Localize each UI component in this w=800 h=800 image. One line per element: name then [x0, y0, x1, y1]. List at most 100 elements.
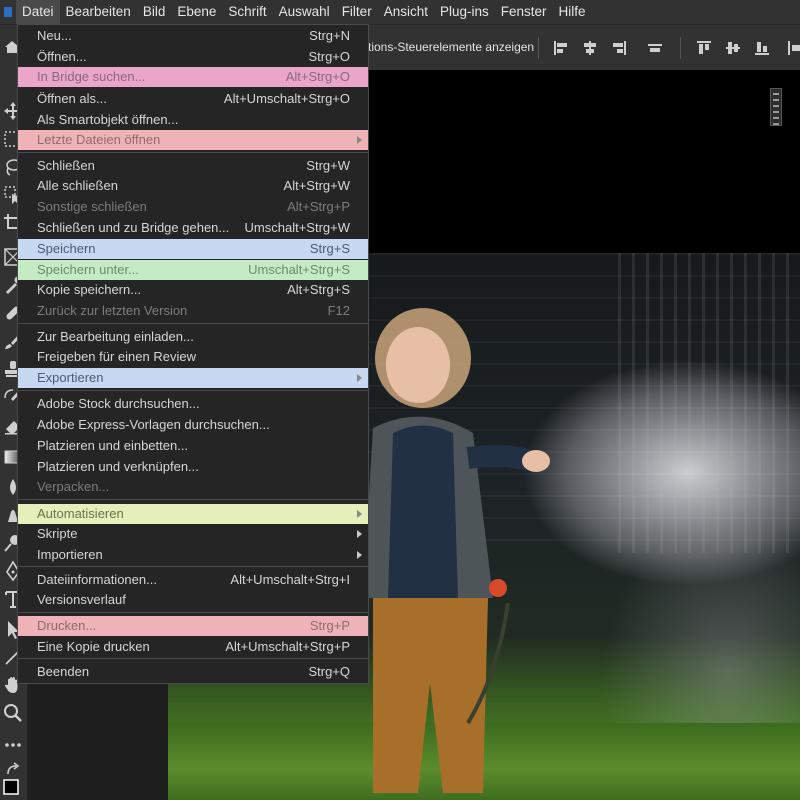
menu-item-label: Adobe Express-Vorlagen durchsuchen... — [37, 417, 270, 432]
panel-grip-icon[interactable] — [770, 88, 782, 126]
menu-item-sonstige-schliessen[interactable]: Sonstige schließen Alt+Strg+P — [18, 197, 368, 217]
menu-item-beenden[interactable]: Beenden Strg+Q — [18, 662, 368, 682]
menu-auswahl[interactable]: Auswahl — [273, 0, 336, 24]
menu-item-platzieren-und-einbetten[interactable]: Platzieren und einbetten... — [18, 436, 368, 456]
menu-item-label: Schließen — [37, 158, 95, 173]
menu-hilfe[interactable]: Hilfe — [553, 0, 592, 24]
menu-item-shortcut: Strg+Q — [308, 664, 350, 679]
app-logo-icon — [0, 0, 16, 24]
menu-item-exportieren[interactable]: Exportieren — [18, 368, 368, 388]
menu-item-label: Letzte Dateien öffnen — [37, 132, 161, 147]
menu-item-label: Adobe Stock durchsuchen... — [37, 396, 200, 411]
zoom-tool-icon[interactable] — [2, 702, 24, 724]
menu-bearbeiten[interactable]: Bearbeiten — [60, 0, 137, 24]
menu-item-label: Speichern unter... — [37, 262, 139, 277]
menu-bild[interactable]: Bild — [137, 0, 172, 24]
menu-item-schliessen-und-zu-bridge[interactable]: Schließen und zu Bridge gehen... Umschalt… — [18, 218, 368, 238]
menu-item-label: Sonstige schließen — [37, 199, 147, 214]
menu-item-neu[interactable]: Neu... Strg+N — [18, 26, 368, 46]
menu-item-drucken[interactable]: Drucken... Strg+P — [18, 616, 368, 636]
menu-item-kopie-speichern[interactable]: Kopie speichern... Alt+Strg+S — [18, 280, 368, 300]
menu-item-shortcut: Strg+P — [309, 618, 350, 633]
menu-divider — [18, 323, 368, 324]
menu-ebene[interactable]: Ebene — [171, 0, 222, 24]
menu-item-automatisieren[interactable]: Automatisieren — [18, 504, 368, 524]
menu-item-shortcut: Alt+Strg+W — [283, 178, 350, 193]
menu-filter[interactable]: Filter — [336, 0, 378, 24]
menu-item-label: Schließen und zu Bridge gehen... — [37, 220, 230, 235]
menu-item-label: Importieren — [37, 547, 103, 562]
menu-divider — [18, 499, 368, 500]
menu-item-label: Drucken... — [37, 618, 97, 633]
menu-item-zur-bearbeitung-einladen[interactable]: Zur Bearbeitung einladen... — [18, 327, 368, 347]
options-separator — [538, 37, 539, 59]
menu-item-skripte[interactable]: Skripte — [18, 524, 368, 544]
menu-item-label: Beenden — [37, 664, 90, 679]
menu-item-platzieren-und-verknuepfen[interactable]: Platzieren und verknüpfen... — [18, 457, 368, 477]
menu-item-freigeben-fuer-review[interactable]: Freigeben für einen Review — [18, 347, 368, 367]
menu-item-label: Öffnen... — [37, 49, 87, 64]
menu-item-oeffnen-als[interactable]: Öffnen als... Alt+Umschalt+Strg+O — [18, 89, 368, 109]
menu-item-oeffnen[interactable]: Öffnen... Strg+O — [18, 47, 368, 67]
menu-divider — [18, 658, 368, 659]
align-bottom-edges-icon[interactable] — [753, 39, 771, 57]
menu-item-adobe-stock-durchsuchen[interactable]: Adobe Stock durchsuchen... — [18, 394, 368, 414]
menu-ansicht[interactable]: Ansicht — [378, 0, 434, 24]
align-horizontal-centers-icon[interactable] — [581, 39, 599, 57]
distribute-horizontal-icon[interactable] — [646, 39, 664, 57]
menu-item-shortcut: Strg+S — [309, 241, 350, 256]
menu-item-label: Neu... — [37, 28, 72, 43]
menu-item-label: Exportieren — [37, 370, 104, 385]
menu-item-shortcut: Umschalt+Strg+W — [244, 220, 350, 235]
menu-item-speichern-unter[interactable]: Speichern unter... Umschalt+Strg+S — [18, 260, 368, 280]
menu-item-shortcut: Strg+O — [308, 49, 350, 64]
submenu-arrow-icon — [357, 374, 362, 382]
menu-item-eine-kopie-drucken[interactable]: Eine Kopie drucken Alt+Umschalt+Strg+P — [18, 637, 368, 657]
menu-item-label: Platzieren und verknüpfen... — [37, 459, 199, 474]
menu-item-shortcut: Umschalt+Strg+S — [248, 262, 350, 277]
menu-datei[interactable]: Datei — [16, 0, 60, 24]
menu-item-schliessen[interactable]: Schließen Strg+W — [18, 156, 368, 176]
more-tools-icon[interactable] — [2, 734, 24, 756]
menu-item-label: Dateiinformationen... — [37, 572, 157, 587]
menu-item-label: Zur Bearbeitung einladen... — [37, 329, 194, 344]
menu-fenster[interactable]: Fenster — [495, 0, 553, 24]
submenu-arrow-icon — [357, 136, 362, 144]
menu-item-als-smartobjekt-oeffnen[interactable]: Als Smartobjekt öffnen... — [18, 110, 368, 130]
menu-item-letzte-dateien-oeffnen[interactable]: Letzte Dateien öffnen — [18, 130, 368, 150]
menu-item-shortcut: Alt+Umschalt+Strg+I — [230, 572, 350, 587]
menu-item-verpacken[interactable]: Verpacken... — [18, 477, 368, 497]
menu-item-label: Verpacken... — [37, 479, 110, 494]
align-left-edges-icon[interactable] — [552, 39, 570, 57]
align-top-edges-icon[interactable] — [695, 39, 713, 57]
menu-item-zurueck-zur-letzten-version[interactable]: Zurück zur letzten Version F12 — [18, 301, 368, 321]
menu-item-shortcut: Strg+W — [306, 158, 350, 173]
submenu-arrow-icon — [357, 510, 362, 518]
menu-item-shortcut: Alt+Umschalt+Strg+P — [225, 639, 350, 654]
menu-item-label: Eine Kopie drucken — [37, 639, 150, 654]
menu-item-shortcut: Alt+Umschalt+Strg+O — [223, 91, 350, 106]
menu-item-label: Als Smartobjekt öffnen... — [37, 112, 179, 127]
menu-divider — [18, 152, 368, 153]
menu-schrift[interactable]: Schrift — [222, 0, 272, 24]
foreground-color-swatch[interactable] — [2, 778, 24, 800]
menu-item-importieren[interactable]: Importieren — [18, 545, 368, 565]
menu-divider — [18, 566, 368, 567]
show-transform-controls-label[interactable]: tions-Steuerelemente anzeigen — [368, 40, 534, 54]
menu-plugins[interactable]: Plug-ins — [434, 0, 495, 24]
align-vertical-centers-icon[interactable] — [724, 39, 742, 57]
align-more-icon[interactable] — [786, 39, 800, 57]
menu-bar: Datei Bearbeiten Bild Ebene Schrift Ausw… — [0, 0, 800, 24]
menu-item-shortcut: F12 — [327, 303, 350, 318]
menu-item-dateiinformationen[interactable]: Dateiinformationen... Alt+Umschalt+Strg+I — [18, 570, 368, 590]
menu-item-alle-schliessen[interactable]: Alle schließen Alt+Strg+W — [18, 176, 368, 196]
menu-item-versionsverlauf[interactable]: Versionsverlauf — [18, 590, 368, 610]
menu-item-adobe-express-vorlagen[interactable]: Adobe Express-Vorlagen durchsuchen... — [18, 415, 368, 435]
menu-item-label: Alle schließen — [37, 178, 118, 193]
options-separator — [680, 37, 681, 59]
align-right-edges-icon[interactable] — [610, 39, 628, 57]
menu-item-label: Kopie speichern... — [37, 282, 142, 297]
menu-item-speichern[interactable]: Speichern Strg+S — [18, 239, 368, 259]
menu-item-in-bridge-suchen[interactable]: In Bridge suchen... Alt+Strg+O — [18, 67, 368, 87]
menu-item-shortcut: Alt+Strg+O — [285, 69, 350, 84]
